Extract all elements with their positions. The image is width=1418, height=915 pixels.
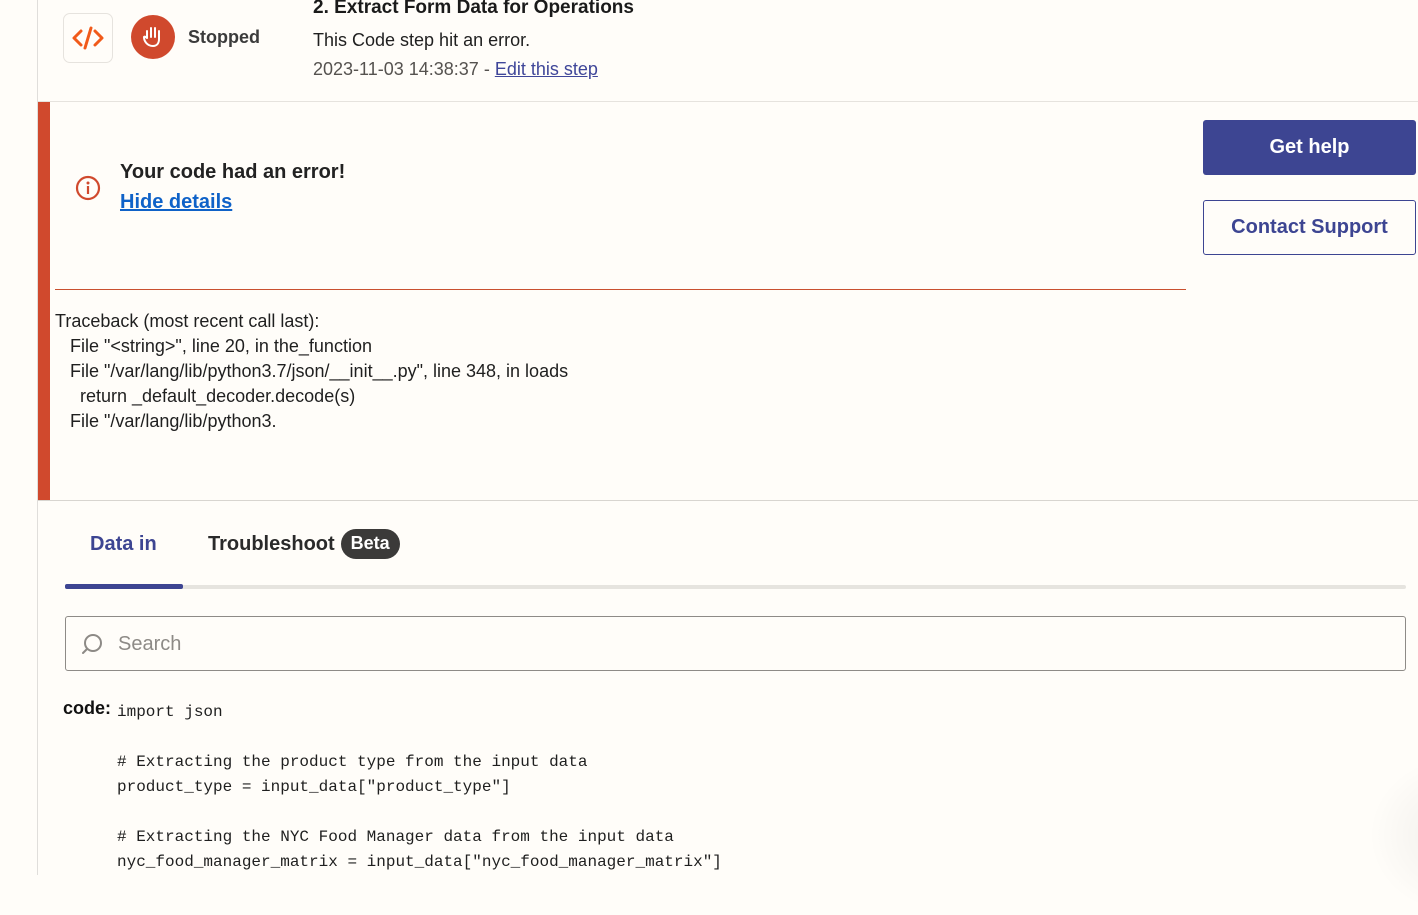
step-title: 2. Extract Form Data for Operations bbox=[313, 0, 634, 18]
search-icon bbox=[82, 634, 102, 654]
beta-badge: Beta bbox=[340, 529, 400, 559]
edit-step-link[interactable]: Edit this step bbox=[495, 59, 598, 79]
search-input[interactable] bbox=[116, 627, 1390, 661]
traceback-line: File "<string>", line 20, in the_functio… bbox=[55, 336, 372, 356]
step-subtitle: This Code step hit an error. bbox=[313, 30, 531, 50]
code-icon bbox=[72, 26, 104, 50]
code-line: # Extracting the product type from the i… bbox=[117, 753, 588, 771]
get-help-button[interactable]: Get help bbox=[1203, 120, 1416, 175]
code-line: product_type = input_data["product_type"… bbox=[117, 778, 511, 796]
traceback-line: return _default_decoder.decode(s) bbox=[55, 386, 356, 406]
meta-separator: - bbox=[478, 59, 495, 79]
step-meta: 2023-11-03 14:38:37 - Edit this step bbox=[313, 59, 598, 80]
code-line: # Extracting the NYC Food Manager data f… bbox=[117, 828, 674, 846]
code-app-icon bbox=[63, 13, 113, 63]
traceback: Traceback (most recent call last): File … bbox=[55, 309, 568, 434]
active-tab-indicator bbox=[65, 584, 183, 589]
code-line: import json bbox=[117, 703, 223, 721]
traceback-line: File "/var/lang/lib/python3.7/json/__ini… bbox=[55, 361, 569, 381]
tab-troubleshoot[interactable]: Troubleshoot Beta bbox=[208, 529, 400, 559]
traceback-line: Traceback (most recent call last): bbox=[55, 311, 320, 331]
search-box[interactable] bbox=[65, 616, 1406, 671]
contact-support-button[interactable]: Contact Support bbox=[1203, 200, 1416, 255]
code-line: nyc_food_manager_matrix = input_data["ny… bbox=[117, 853, 722, 871]
hide-details-link[interactable]: Hide details bbox=[120, 191, 232, 214]
info-icon bbox=[75, 175, 101, 201]
tab-track bbox=[65, 585, 1406, 589]
traceback-line: File "/var/lang/lib/python3. bbox=[55, 411, 277, 431]
error-stripe bbox=[38, 102, 50, 500]
error-panel: Your code had an error! Hide details Tra… bbox=[38, 101, 1418, 501]
hand-stop-icon bbox=[143, 27, 160, 47]
stopped-status-badge bbox=[131, 15, 175, 59]
tab-troubleshoot-label: Troubleshoot bbox=[208, 532, 335, 555]
status-label: Stopped bbox=[188, 27, 260, 47]
code-field-label: code: bbox=[63, 698, 112, 718]
error-divider bbox=[55, 289, 1186, 290]
code-value: import json # Extracting the product typ… bbox=[117, 700, 722, 875]
error-title: Your code had an error! bbox=[120, 161, 346, 183]
tab-data-in[interactable]: Data in bbox=[90, 533, 157, 556]
timestamp: 2023-11-03 14:38:37 bbox=[313, 59, 479, 79]
scroll-shadow bbox=[1368, 755, 1418, 915]
